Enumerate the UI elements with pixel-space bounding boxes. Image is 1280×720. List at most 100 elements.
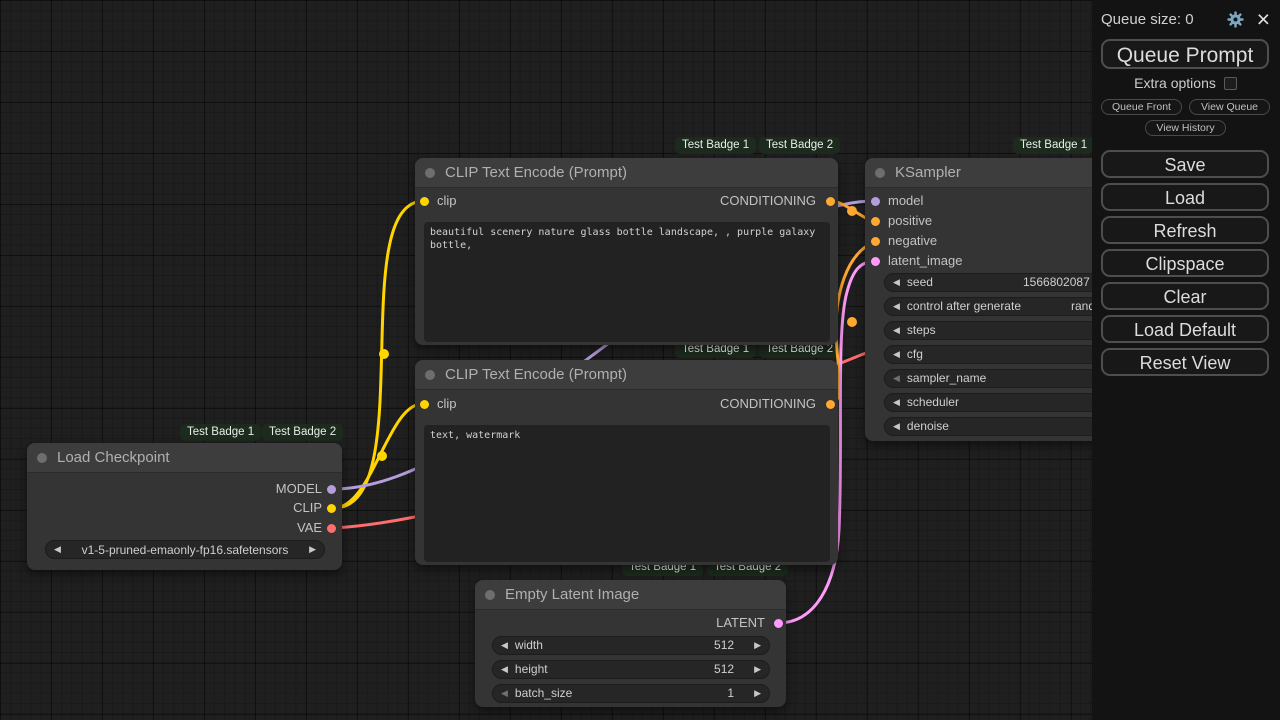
- arrow-left-icon[interactable]: ◀: [501, 665, 508, 674]
- input-port-negative[interactable]: [871, 237, 880, 246]
- node-status-icon: [875, 168, 885, 178]
- load-default-button[interactable]: Load Default: [1101, 315, 1269, 343]
- clipspace-button[interactable]: Clipspace: [1101, 249, 1269, 277]
- node-title-bar[interactable]: CLIP Text Encode (Prompt): [415, 360, 838, 390]
- link-midpoint-dot: [847, 317, 857, 327]
- arrow-right-icon[interactable]: ▶: [309, 545, 316, 554]
- queue-front-button[interactable]: Queue Front: [1101, 99, 1182, 115]
- node-title-bar[interactable]: CLIP Text Encode (Prompt): [415, 158, 838, 188]
- node-status-icon: [425, 370, 435, 380]
- output-port-vae[interactable]: [327, 524, 336, 533]
- widget-label: control after generate: [907, 299, 1021, 313]
- node-load-checkpoint[interactable]: Load Checkpoint MODEL CLIP VAE ◀ v1-5-pr…: [27, 443, 342, 570]
- ckpt-name-widget[interactable]: ◀ v1-5-pruned-emaonly-fp16.safetensors ▶: [45, 540, 325, 559]
- node-status-icon: [485, 590, 495, 600]
- prompt-text-widget[interactable]: beautiful scenery nature glass bottle la…: [424, 222, 830, 342]
- output-label-vae: VAE: [297, 520, 322, 536]
- output-port-conditioning[interactable]: [826, 400, 835, 409]
- arrow-right-icon[interactable]: ▶: [754, 641, 761, 650]
- node-empty-latent-image[interactable]: Empty Latent Image LATENT ◀ width 512 ▶ …: [475, 580, 786, 707]
- refresh-button[interactable]: Refresh: [1101, 216, 1269, 244]
- arrow-left-icon[interactable]: ◀: [893, 278, 900, 287]
- link-midpoint-dot: [847, 206, 857, 216]
- node-graph-canvas[interactable]: Test Badge 1 Test Badge 2 Test Badge 1 T…: [0, 0, 1280, 720]
- node-title: KSampler: [895, 164, 961, 181]
- node-title: Load Checkpoint: [57, 449, 170, 466]
- arrow-left-icon[interactable]: ◀: [893, 398, 900, 407]
- input-label-clip: clip: [437, 396, 457, 412]
- extra-options-label: Extra options: [1134, 75, 1216, 91]
- node-status-icon: [425, 168, 435, 178]
- widget-value: 512: [714, 662, 734, 676]
- widget-value: 1566802087: [1023, 275, 1090, 289]
- widget-label: cfg: [907, 347, 923, 361]
- node-clip-text-encode-positive[interactable]: CLIP Text Encode (Prompt) clip CONDITION…: [415, 158, 838, 345]
- link-midpoint-dot: [377, 451, 387, 461]
- arrow-left-icon[interactable]: ◀: [893, 374, 900, 383]
- output-port-clip[interactable]: [327, 504, 336, 513]
- menu-panel: Queue size: 0 × Queue Prompt Extra optio…: [1092, 0, 1280, 720]
- output-port-latent[interactable]: [774, 619, 783, 628]
- settings-gear-icon[interactable]: [1227, 11, 1244, 28]
- node-title-bar[interactable]: Load Checkpoint: [27, 443, 342, 473]
- output-label-clip: CLIP: [293, 500, 322, 516]
- arrow-left-icon[interactable]: ◀: [501, 641, 508, 650]
- output-label-conditioning: CONDITIONING: [720, 193, 816, 209]
- node-status-icon: [37, 453, 47, 463]
- widget-label: sampler_name: [907, 371, 986, 385]
- arrow-right-icon[interactable]: ▶: [754, 665, 761, 674]
- widget-label: steps: [907, 323, 936, 337]
- input-label-negative: negative: [888, 233, 937, 249]
- widget-label: height: [515, 662, 548, 676]
- output-label-model: MODEL: [276, 481, 322, 497]
- widget-label: batch_size: [515, 686, 572, 700]
- link-midpoint-dot: [379, 349, 389, 359]
- input-label-model: model: [888, 193, 923, 209]
- widget-label: seed: [907, 275, 933, 289]
- node-title: Empty Latent Image: [505, 586, 639, 603]
- arrow-left-icon[interactable]: ◀: [893, 350, 900, 359]
- node-title: CLIP Text Encode (Prompt): [445, 164, 627, 181]
- widget-value: 1: [727, 686, 734, 700]
- arrow-left-icon[interactable]: ◀: [501, 689, 508, 698]
- output-port-conditioning[interactable]: [826, 197, 835, 206]
- widget-value: 512: [714, 638, 734, 652]
- arrow-left-icon[interactable]: ◀: [893, 422, 900, 431]
- reset-view-button[interactable]: Reset View: [1101, 348, 1269, 376]
- width-widget[interactable]: ◀ width 512 ▶: [492, 636, 770, 655]
- widget-label: width: [515, 638, 543, 652]
- prompt-text-widget[interactable]: text, watermark: [424, 425, 830, 562]
- load-button[interactable]: Load: [1101, 183, 1269, 211]
- input-label-positive: positive: [888, 213, 932, 229]
- ckpt-name-value: v1-5-pruned-emaonly-fp16.safetensors: [76, 543, 295, 557]
- clear-button[interactable]: Clear: [1101, 282, 1269, 310]
- batch-size-widget[interactable]: ◀ batch_size 1 ▶: [492, 684, 770, 703]
- arrow-left-icon[interactable]: ◀: [893, 326, 900, 335]
- arrow-left-icon[interactable]: ◀: [54, 545, 61, 554]
- widget-label: scheduler: [907, 395, 959, 409]
- save-button[interactable]: Save: [1101, 150, 1269, 178]
- input-port-clip[interactable]: [420, 400, 429, 409]
- height-widget[interactable]: ◀ height 512 ▶: [492, 660, 770, 679]
- queue-size-label: Queue size: 0: [1101, 11, 1227, 28]
- arrow-left-icon[interactable]: ◀: [893, 302, 900, 311]
- input-port-positive[interactable]: [871, 217, 880, 226]
- node-clip-text-encode-negative[interactable]: CLIP Text Encode (Prompt) clip CONDITION…: [415, 360, 838, 565]
- wire-clip-to-positive: [334, 201, 424, 508]
- output-label-latent: LATENT: [716, 615, 765, 631]
- output-port-model[interactable]: [327, 485, 336, 494]
- extra-options-checkbox[interactable]: [1224, 77, 1237, 90]
- node-title-bar[interactable]: Empty Latent Image: [475, 580, 786, 610]
- input-port-model[interactable]: [871, 197, 880, 206]
- input-port-latent-image[interactable]: [871, 257, 880, 266]
- input-label-latent-image: latent_image: [888, 253, 962, 269]
- view-queue-button[interactable]: View Queue: [1189, 99, 1270, 115]
- input-port-clip[interactable]: [420, 197, 429, 206]
- queue-prompt-button[interactable]: Queue Prompt: [1101, 39, 1269, 69]
- view-history-button[interactable]: View History: [1145, 120, 1225, 136]
- arrow-right-icon[interactable]: ▶: [754, 689, 761, 698]
- output-label-conditioning: CONDITIONING: [720, 396, 816, 412]
- input-label-clip: clip: [437, 193, 457, 209]
- close-icon[interactable]: ×: [1257, 10, 1270, 28]
- widget-label: denoise: [907, 419, 949, 433]
